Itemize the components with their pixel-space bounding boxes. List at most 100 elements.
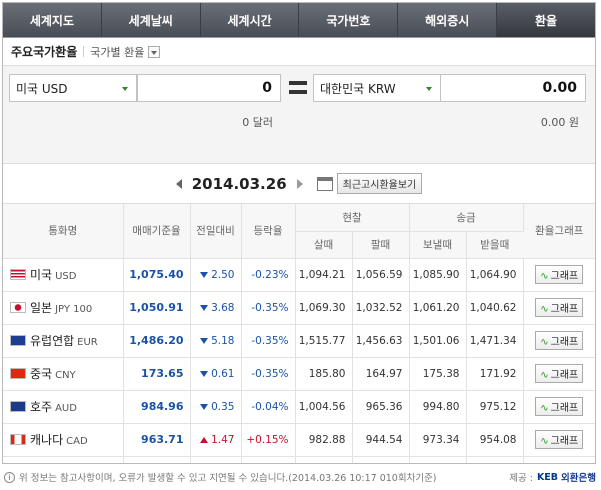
remit-receive-cell: 975.12 [466, 390, 524, 424]
tab-exchange-rate[interactable]: 환율 [497, 3, 595, 37]
tab-world-time[interactable]: 세계시간 [200, 3, 300, 37]
change-rate-cell: -0.35% [241, 324, 296, 358]
change-rate-cell: -0.23% [241, 258, 296, 292]
change-cell: 5.18 [190, 324, 242, 358]
chart-line-icon: ∿ [540, 436, 549, 447]
tab-overseas-stock[interactable]: 해외증시 [398, 3, 498, 37]
down-arrow-icon [200, 337, 209, 344]
currency-converter: 미국 USD 0 대한민국 KRW 0.00 0 달러 0.00 원 [3, 66, 595, 164]
from-amount-input[interactable]: 0 [137, 74, 281, 102]
us-flag-icon [10, 269, 26, 280]
cash-buy-cell: 1,094.21 [295, 258, 353, 292]
graph-button[interactable]: ∿그래프 [535, 463, 583, 464]
country-rate-link[interactable]: 국가별 환율 [90, 44, 144, 60]
exchange-rate-widget: 세계지도 세계날씨 세계시간 국가번호 해외증시 환율 주요국가환율 국가별 환… [2, 2, 596, 464]
graph-button[interactable]: ∿그래프 [535, 331, 584, 350]
section-title: 주요국가환율 [11, 45, 78, 59]
cash-sell-cell: 1,032.52 [352, 291, 410, 325]
graph-button-label: 그래프 [550, 337, 579, 348]
currency-code: EUR [77, 337, 98, 348]
currency-cell[interactable]: 일본 JPY 100 [3, 291, 124, 325]
tab-world-map[interactable]: 세계지도 [3, 3, 102, 37]
currency-code: AUD [55, 403, 77, 414]
change-cell: 0.61 [190, 357, 242, 391]
currency-cell[interactable]: 중국 CNY [3, 357, 124, 391]
bank-name: 외환은행 [561, 473, 596, 484]
currency-code: CAD [66, 436, 88, 447]
graph-button-label: 그래프 [550, 304, 579, 315]
change-cell: 2.50 [190, 258, 242, 292]
provider: 제공 : KEB 외환은행 [509, 470, 596, 485]
chevron-down-icon [122, 87, 128, 91]
header-remit-send: 보낼때 [409, 231, 467, 259]
table-row: 뉴질랜드NZD923.120.44+0.05%941.49904.75932.3… [3, 456, 595, 464]
next-date-arrow-icon[interactable] [296, 178, 303, 189]
dropdown-icon[interactable] [148, 45, 161, 58]
remit-receive-cell: 1,040.62 [466, 291, 524, 325]
change-rate-cell: -0.04% [241, 390, 296, 424]
remit-send-cell: 932.35 [409, 456, 467, 463]
currency-name: 캐나다 [30, 433, 64, 447]
graph-button[interactable]: ∿그래프 [535, 298, 584, 317]
chart-line-icon: ∿ [540, 271, 549, 282]
table-row: 유럽연합 EUR 1,486.20 5.18 -0.35% 1,515.77 1,456.6… [3, 324, 595, 358]
calendar-icon[interactable] [316, 176, 333, 191]
equals-icon [289, 81, 307, 95]
prev-date-arrow-icon[interactable] [175, 178, 182, 189]
base-rate-cell: 1,075.40 [123, 258, 191, 292]
table-row: 중국 CNY 173.65 0.61 -0.35% 185.80 164.97 175.38 1… [3, 357, 595, 391]
to-amount-unit: 0.00 원 [540, 116, 579, 129]
change-value: 0.61 [211, 367, 235, 380]
to-currency-select[interactable]: 대한민국 KRW [313, 74, 441, 102]
currency-code: CNY [55, 370, 76, 381]
graph-button[interactable]: ∿그래프 [535, 265, 584, 284]
header-remit-receive: 받을때 [466, 231, 523, 259]
graph-button-label: 그래프 [550, 403, 579, 414]
from-currency-select[interactable]: 미국 USD [9, 74, 137, 102]
base-rate-cell: 984.96 [123, 390, 191, 424]
change-cell: 0.44 [190, 456, 242, 463]
currency-code: JPY 100 [55, 304, 93, 315]
currency-cell[interactable]: 유럽연합 EUR [3, 324, 124, 358]
down-arrow-icon [200, 370, 209, 377]
change-value: 2.50 [211, 268, 235, 281]
from-amount-unit: 0 달러 [242, 116, 273, 129]
jp-flag-icon [10, 302, 26, 313]
currency-cell[interactable]: 뉴질랜드NZD [3, 456, 124, 463]
cash-sell-cell: 965.36 [352, 390, 410, 424]
currency-cell[interactable]: 캐나다 CAD [3, 423, 124, 457]
currency-cell[interactable]: 미국 USD [3, 258, 124, 292]
cash-sell-cell: 1,456.63 [352, 324, 410, 358]
provider-label: 제공 : [509, 473, 533, 484]
graph-button[interactable]: ∿그래프 [535, 397, 584, 416]
eu-flag-icon [10, 335, 26, 346]
graph-button[interactable]: ∿그래프 [535, 364, 584, 383]
tab-world-weather[interactable]: 세계날씨 [101, 3, 201, 37]
chart-line-icon: ∿ [540, 403, 549, 414]
graph-cell: ∿그래프 [523, 423, 595, 457]
currency-name: 일본 [30, 301, 53, 315]
cash-buy-cell: 1,515.77 [295, 324, 353, 358]
to-amount-input[interactable]: 0.00 [440, 74, 586, 102]
remit-receive-cell: 1,064.90 [466, 258, 524, 292]
cash-sell-cell: 164.97 [352, 357, 410, 391]
currency-code: USD [55, 271, 77, 282]
top-tabs: 세계지도 세계날씨 세계시간 국가번호 해외증시 환율 [3, 3, 595, 38]
chart-line-icon: ∿ [540, 337, 549, 348]
change-value: 0.35 [211, 400, 235, 413]
tab-country-code[interactable]: 국가번호 [299, 3, 399, 37]
currency-cell[interactable]: 호주 AUD [3, 390, 124, 424]
table-row: 미국 USD 1,075.40 2.50 -0.23% 1,094.21 1,056.59 1… [3, 258, 595, 292]
remit-send-cell: 175.38 [409, 357, 467, 391]
chevron-down-icon [426, 87, 432, 91]
down-arrow-icon [200, 271, 209, 278]
latest-rate-button[interactable]: 최근고시환율보기 [336, 173, 423, 194]
graph-button-label: 그래프 [550, 436, 579, 447]
info-icon: i [4, 471, 15, 483]
graph-button[interactable]: ∿그래프 [535, 430, 584, 449]
ca-flag-icon [10, 434, 26, 445]
graph-button-label: 그래프 [550, 271, 579, 282]
base-rate-cell: 923.12 [123, 456, 191, 463]
to-currency-label: 대한민국 KRW [320, 81, 396, 96]
remit-send-cell: 973.34 [409, 423, 467, 457]
